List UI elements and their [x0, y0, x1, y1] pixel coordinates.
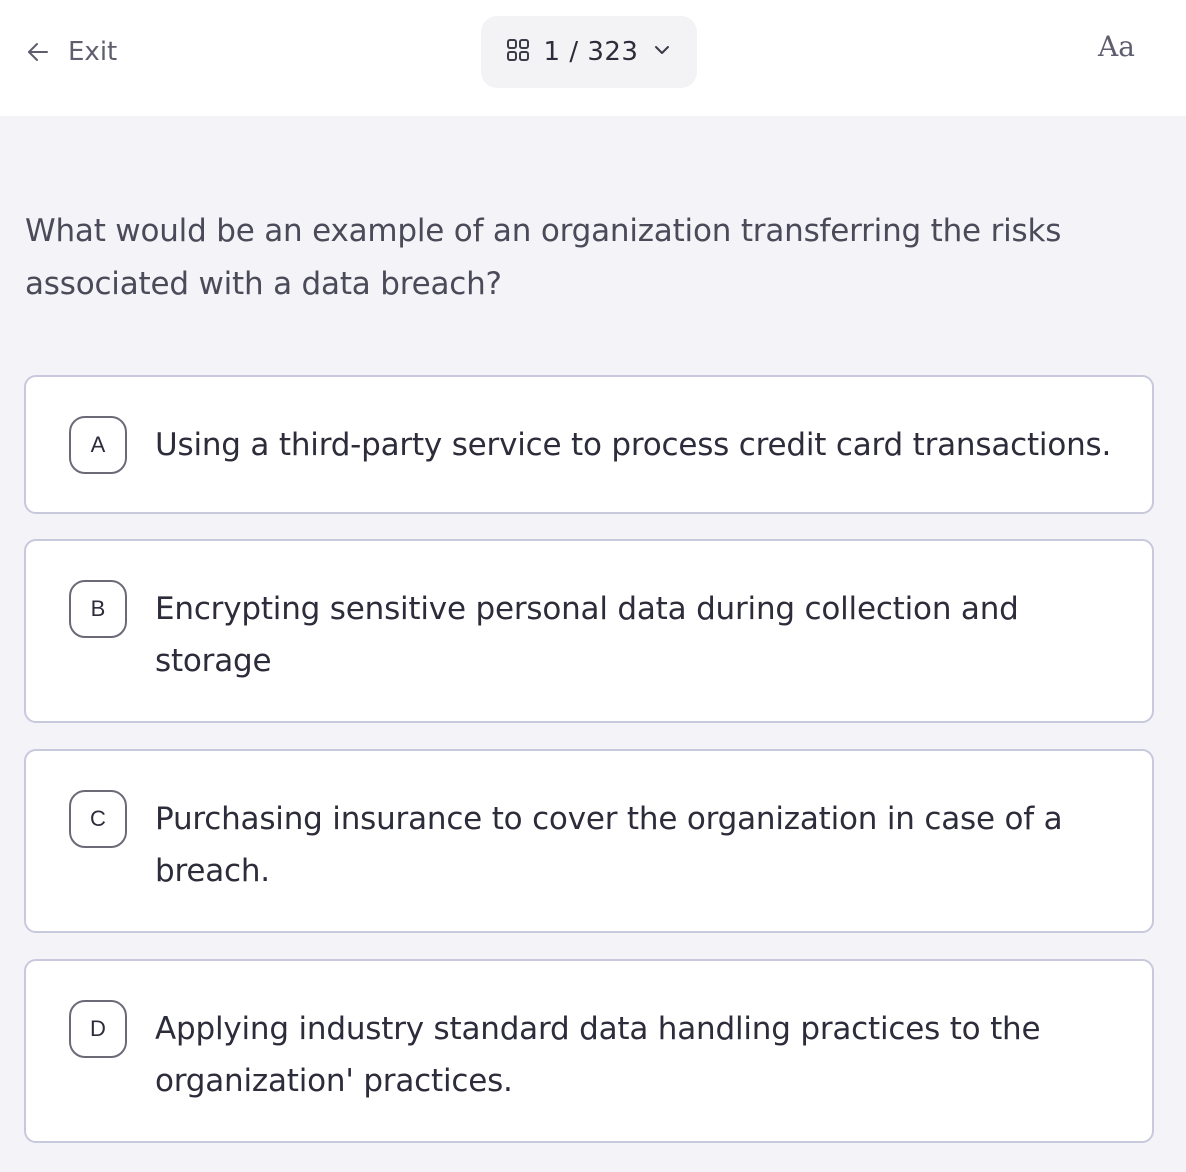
- grid-icon: [506, 38, 530, 66]
- top-bar: Exit 1 / 323 Aa: [0, 0, 1186, 116]
- option-text: Using a third-party service to process c…: [155, 427, 1112, 463]
- option-b[interactable]: B Encrypting sensitive personal data dur…: [24, 539, 1154, 723]
- option-letter: C: [69, 790, 127, 848]
- option-text: Purchasing insurance to cover the organi…: [155, 801, 1063, 889]
- exit-button[interactable]: Exit: [26, 34, 117, 70]
- option-d[interactable]: D Applying industry standard data handli…: [24, 959, 1154, 1143]
- option-a[interactable]: A Using a third-party service to process…: [24, 375, 1154, 514]
- question-text: What would be an example of an organizat…: [25, 213, 1062, 302]
- font-size-button[interactable]: Aa: [1098, 30, 1135, 63]
- option-c[interactable]: C Purchasing insurance to cover the orga…: [24, 749, 1154, 933]
- question-navigator-button[interactable]: 1 / 323: [481, 16, 697, 88]
- arrow-left-icon: [26, 40, 50, 64]
- exit-label: Exit: [68, 37, 118, 67]
- option-letter: A: [69, 416, 127, 474]
- option-text: Applying industry standard data handling…: [155, 1011, 1041, 1099]
- option-text: Encrypting sensitive personal data durin…: [155, 591, 1019, 679]
- option-letter: D: [69, 1000, 127, 1058]
- question-counter: 1 / 323: [543, 37, 639, 67]
- chevron-down-icon: [652, 40, 672, 64]
- option-letter: B: [69, 580, 127, 638]
